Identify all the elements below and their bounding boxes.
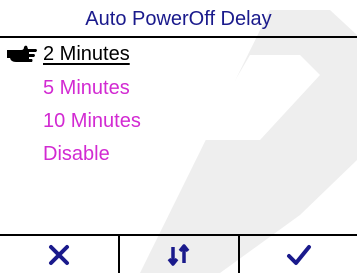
cancel-softkey[interactable] [0,236,118,273]
checkmark-icon [286,244,311,265]
pointing-hand-icon [7,45,37,62]
sort-arrows-icon [167,243,190,266]
option-10-minutes[interactable]: 10 Minutes [0,107,357,135]
screen-title: Auto PowerOff Delay [85,8,272,30]
option-5-minutes[interactable]: 5 Minutes [0,74,357,102]
option-label: Disable [43,143,110,165]
option-label: 5 Minutes [43,77,130,99]
option-label: 2 Minutes [43,43,130,65]
option-disable[interactable]: Disable [0,140,357,168]
option-2-minutes[interactable]: 2 Minutes [0,40,357,68]
title-divider [0,36,357,38]
softkey-bar [0,234,357,273]
confirm-softkey[interactable] [240,236,357,273]
close-icon [49,244,69,265]
navigate-softkey[interactable] [120,236,238,273]
option-label: 10 Minutes [43,110,141,132]
